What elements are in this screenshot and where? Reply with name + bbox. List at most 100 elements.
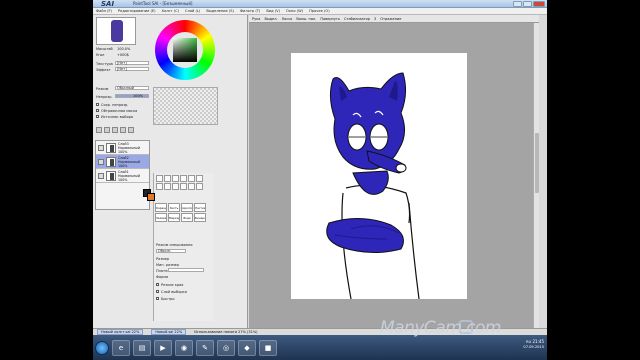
eye-icon[interactable] [98, 158, 104, 165]
zoom-tool-icon[interactable] [188, 175, 195, 182]
rotate-tool-icon[interactable] [196, 175, 203, 182]
stabilizer-value[interactable]: 3 [374, 17, 376, 21]
canvas-tool-rotate[interactable]: Повернуть [320, 17, 340, 21]
menu-view[interactable]: Вид (V) [266, 9, 280, 13]
eye-icon[interactable] [98, 144, 104, 151]
eyedropper-icon[interactable] [164, 183, 171, 190]
menu-filter[interactable]: Фильтр (T) [240, 9, 260, 13]
density-slider[interactable] [168, 268, 204, 272]
scroll-thumb[interactable] [535, 133, 539, 193]
curve-tool-icon[interactable] [180, 183, 187, 190]
brush-airbrush[interactable]: Аэрограф [181, 203, 193, 212]
zoom-value[interactable]: 100.0% [117, 47, 130, 51]
menu-bar: Файл (F) Редактирование (E) Холст (C) Сл… [93, 8, 547, 15]
brush-brush[interactable]: Кисть [168, 203, 180, 212]
canvas-tool-mirror[interactable]: Отражение [380, 17, 401, 21]
taskbar-folder-icon[interactable]: ▤ [133, 339, 151, 356]
vertical-scrollbar[interactable] [533, 23, 539, 328]
brush-binary[interactable]: Бинарник [194, 213, 206, 222]
menu-file[interactable]: Файл (F) [96, 9, 112, 13]
layer-opacity: 100% [118, 163, 128, 168]
effect-value: [Нет] [117, 67, 127, 71]
layer-opacity: 100% [118, 149, 128, 154]
new-layer-icon[interactable] [96, 127, 102, 133]
sample-layer-checkbox[interactable] [156, 290, 159, 293]
brush-marker[interactable]: Маркер [168, 213, 180, 222]
taskbar-ie-icon[interactable]: e [112, 339, 130, 356]
sharp-edges-checkbox[interactable] [156, 283, 159, 286]
memory-usage: Использование памяти 27% (31%) [194, 330, 258, 334]
language-indicator[interactable]: RU [526, 340, 531, 344]
layer-row-selected[interactable]: Слой2 Нормальный 100% [96, 155, 149, 169]
document-name: Новый холст.sai [101, 330, 131, 334]
menu-other[interactable]: Прочее (O) [309, 9, 330, 13]
canvas-tool-hand[interactable]: Рука [252, 17, 260, 21]
clock-time[interactable]: 21:45 [532, 339, 544, 344]
setting-shape: Форма [156, 275, 169, 279]
minimize-button[interactable] [513, 1, 522, 7]
move-tool-icon[interactable] [180, 175, 187, 182]
color-wheel[interactable] [155, 20, 215, 80]
swatch-palette[interactable] [153, 87, 218, 125]
menu-selection[interactable]: Выделение (S) [206, 9, 234, 13]
taskbar-player-icon[interactable]: ■ [259, 339, 277, 356]
delete-layer-icon[interactable] [128, 127, 134, 133]
color-square[interactable] [173, 38, 197, 62]
background-color[interactable] [147, 193, 155, 201]
select-tool-icon[interactable] [156, 175, 163, 182]
canvas-tool-wand[interactable]: Волш. пал. [296, 17, 316, 21]
taskbar-manycam-icon[interactable]: ◎ [217, 339, 235, 356]
angle-value[interactable]: +000$ [117, 53, 129, 57]
quick-checkbox[interactable] [156, 297, 159, 300]
setting-min-size: Мин. размер [156, 263, 180, 267]
color-indicator[interactable] [143, 189, 155, 201]
navigator-thumbnail [111, 20, 123, 42]
lasso-tool-icon[interactable] [164, 175, 171, 182]
menu-canvas[interactable]: Холст (C) [162, 9, 179, 13]
sharp-edges-label: Резкие края [161, 283, 184, 287]
eye-icon[interactable] [98, 172, 104, 179]
taskbar-paint-icon[interactable]: ◆ [238, 339, 256, 356]
selection-source-checkbox[interactable] [96, 115, 99, 118]
taskbar-sai-icon[interactable]: ✎ [196, 339, 214, 356]
brush-water[interactable]: Вода [181, 213, 193, 222]
fill-tool-icon[interactable] [196, 183, 203, 190]
brush-fill[interactable]: Заливка [155, 213, 167, 222]
document-zoom-2: 22% [174, 330, 183, 334]
drawing-canvas[interactable] [291, 53, 467, 299]
zoom-label: Масштаб [96, 47, 113, 51]
setting-size: Размер [156, 257, 170, 261]
maximize-button[interactable] [523, 1, 532, 7]
hand-tool-icon[interactable] [156, 183, 163, 190]
start-button[interactable] [95, 340, 109, 355]
navigator-preview[interactable] [96, 17, 136, 45]
magic-wand-icon[interactable] [172, 175, 179, 182]
sample-layer-label: Слой выборки [161, 290, 187, 294]
layer-row[interactable]: Слой1 Нормальный 100% [96, 169, 149, 183]
document-zoom: 22% [131, 330, 140, 334]
line-tool-icon[interactable] [188, 183, 195, 190]
brush-pencil[interactable]: Карандаш [155, 203, 167, 212]
pen-tool-icon[interactable] [172, 183, 179, 190]
canvas-tool-select[interactable]: Выдел. [264, 17, 277, 21]
canvas-tool-lasso[interactable]: Лассо [282, 17, 293, 21]
layer-row[interactable]: Слой3 Нормальный 100% [96, 141, 149, 155]
clear-layer-icon[interactable] [120, 127, 126, 133]
texture-label: Текстура [96, 62, 113, 66]
close-button[interactable] [533, 1, 545, 7]
left-panel: Масштаб 100.0% Угол +000$ Текстура [Нет]… [93, 15, 248, 335]
preserve-opacity-label: Сохр. непрозр. [101, 103, 129, 107]
new-folder-icon[interactable] [104, 127, 110, 133]
clipping-mask-checkbox[interactable] [96, 109, 99, 112]
brush-eraser[interactable]: Ластик [194, 203, 206, 212]
merge-down-icon[interactable] [112, 127, 118, 133]
preserve-opacity-checkbox[interactable] [96, 103, 99, 106]
taskbar-chrome-icon[interactable]: ◉ [175, 339, 193, 356]
canvas-toolbar: Рука Выдел. Лассо Волш. пал. Повернуть С… [249, 15, 539, 23]
menu-window[interactable]: Окно (W) [286, 9, 303, 13]
opacity-slider[interactable] [115, 94, 149, 98]
layer-thumbnail [106, 170, 116, 181]
menu-layer[interactable]: Слой (L) [185, 9, 200, 13]
menu-edit[interactable]: Редактирование (E) [118, 9, 156, 13]
taskbar-media-icon[interactable]: ▶ [154, 339, 172, 356]
